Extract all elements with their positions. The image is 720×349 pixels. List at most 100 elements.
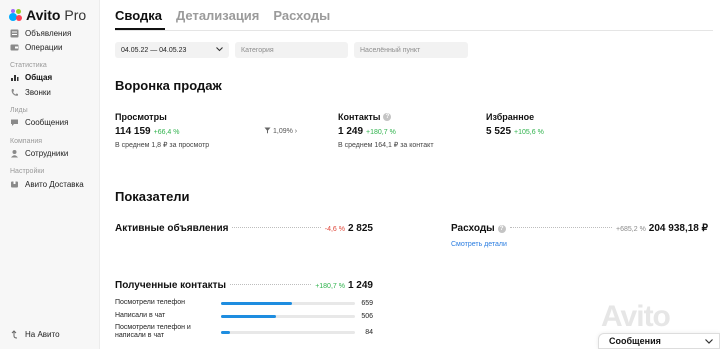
category-input[interactable]: Категория [235, 42, 348, 58]
tab-active-indicator [115, 28, 165, 30]
contacts-label: Контакты [338, 112, 381, 122]
favorites-label: Избранное [486, 112, 535, 122]
bar-value: 84 [365, 328, 373, 336]
expenses-value: 204 938,18 ₽ [648, 223, 708, 234]
avito-watermark: Avito [601, 300, 671, 333]
sidebar-section-company: Компания [10, 138, 43, 145]
views-sub: В среднем 1,8 ₽ за просмотр [115, 142, 210, 149]
sidebar-section-settings: Настройки [10, 168, 45, 175]
city-placeholder: Населённый пункт [360, 46, 421, 54]
sidebar-item-operations[interactable]: Операции [10, 43, 62, 52]
contacts-value-row: 1 249 +180,7 % [338, 126, 396, 137]
views-label: Просмотры [115, 112, 167, 122]
help-icon[interactable]: ? [497, 225, 506, 233]
received-contacts-delta: +180,7 % [315, 283, 345, 290]
sidebar-section-leads: Лиды [10, 107, 28, 114]
bar-value: 659 [361, 299, 373, 307]
date-range-value: 04.05.22 — 04.05.23 [121, 46, 187, 54]
chart-icon [10, 73, 19, 82]
bar-value: 506 [361, 312, 373, 320]
back-arrow-icon [10, 330, 19, 339]
chevron-down-icon [216, 46, 223, 54]
bar-label: Посмотрели телефон [115, 299, 185, 306]
sidebar-item-messages[interactable]: Сообщения [10, 118, 68, 127]
users-icon [10, 149, 19, 158]
bar-fill [221, 330, 231, 334]
sidebar-item-label: Общая [25, 73, 53, 82]
funnel-title: Воронка продаж [115, 78, 222, 93]
wallet-icon [10, 43, 19, 52]
sidebar-item-label: Операции [25, 43, 63, 52]
logo-text: Avito Pro [26, 7, 87, 23]
views-delta: +66,4 % [153, 129, 180, 136]
funnel-icon [264, 127, 271, 136]
sidebar-item-general[interactable]: Общая [10, 73, 52, 82]
bar-track [221, 314, 355, 318]
tab-bar: Сводка Детализация Расходы [115, 8, 330, 29]
views-value: 114 159 [115, 126, 151, 137]
views-value-row: 114 159 +66,4 % [115, 126, 180, 137]
main-content: Сводка Детализация Расходы 04.05.22 — 04… [101, 0, 720, 349]
contacts-bar-row: Посмотрели телефон 659 [115, 299, 373, 307]
chat-icon [10, 118, 19, 127]
contacts-bar-row: Посмотрели телефон и написали в чат 84 [115, 324, 373, 340]
sidebar-item-calls[interactable]: Звонки [10, 88, 51, 97]
bar-track [221, 330, 355, 334]
sidebar-item-ads[interactable]: Объявления [10, 29, 71, 38]
chevron-down-icon [705, 336, 713, 346]
expenses-delta: +685,2 % [616, 226, 646, 233]
sidebar-item-label: Звонки [25, 88, 51, 97]
tab-divider [115, 30, 713, 31]
contacts-bar-row: Написали в чат 506 [115, 312, 373, 320]
contacts-delta: +180,7 % [366, 129, 396, 136]
bar-track [221, 301, 355, 305]
dotted-leader [230, 284, 312, 285]
date-range-select[interactable]: 04.05.22 — 04.05.23 [115, 42, 229, 58]
sidebar-item-employees[interactable]: Сотрудники [10, 149, 68, 158]
conversion-rate[interactable]: 1,09% › [264, 127, 297, 136]
sidebar: Avito Pro Объявления Операции Статистика… [0, 0, 100, 349]
avito-pro-logo[interactable]: Avito Pro [9, 7, 86, 23]
sidebar-item-label: Сообщения [25, 118, 69, 127]
dotted-leader [509, 227, 613, 228]
received-contacts-value: 1 249 [347, 280, 373, 291]
expenses-details-link[interactable]: Смотреть детали [451, 241, 507, 248]
sidebar-item-label: Авито Доставка [25, 180, 84, 189]
contacts-value: 1 249 [338, 126, 364, 137]
active-ads-row: Активные объявления -4,6 % 2 825 [115, 223, 373, 234]
sidebar-item-label: Объявления [25, 29, 72, 38]
active-ads-delta: -4,6 % [324, 226, 345, 233]
tab-details[interactable]: Детализация [176, 8, 259, 29]
messages-button[interactable]: Сообщения [598, 333, 720, 349]
tab-summary[interactable]: Сводка [115, 8, 162, 29]
app-root: Avito Pro Объявления Операции Статистика… [0, 0, 720, 349]
contacts-title: Контакты ? [338, 112, 392, 122]
indicators-title: Показатели [115, 189, 190, 204]
help-icon[interactable]: ? [383, 113, 392, 121]
dotted-leader [232, 227, 321, 228]
city-input[interactable]: Населённый пункт [354, 42, 468, 58]
sidebar-section-stats: Статистика [10, 62, 47, 69]
received-contacts-row: Полученные контакты +180,7 % 1 249 [115, 280, 373, 291]
tab-expenses[interactable]: Расходы [273, 8, 330, 29]
favorites-value-row: 5 525 +105,6 % [486, 126, 544, 137]
back-link-label: На Авито [25, 330, 60, 339]
sidebar-item-delivery[interactable]: Авито Доставка [10, 180, 84, 189]
conversion-value: 1,09% › [273, 128, 298, 135]
active-ads-label: Активные объявления [115, 223, 229, 234]
back-to-avito-link[interactable]: На Авито [10, 330, 60, 339]
favorites-delta: +105,6 % [514, 129, 544, 136]
expenses-row: Расходы ? +685,2 % 204 938,18 ₽ [451, 223, 708, 234]
bar-label: Посмотрели телефон и написали в чат [115, 324, 191, 339]
phone-icon [10, 88, 19, 97]
delivery-icon [10, 180, 19, 189]
bar-fill [221, 314, 276, 318]
avito-logo-icon [9, 9, 23, 21]
contacts-sub: В среднем 164,1 ₽ за контакт [338, 142, 434, 149]
received-contacts-label: Полученные контакты [115, 280, 227, 291]
bar-label: Написали в чат [115, 312, 166, 319]
bar-fill [221, 301, 293, 305]
messages-label: Сообщения [609, 336, 661, 346]
sidebar-item-label: Сотрудники [25, 149, 69, 158]
expenses-label: Расходы [451, 223, 495, 234]
